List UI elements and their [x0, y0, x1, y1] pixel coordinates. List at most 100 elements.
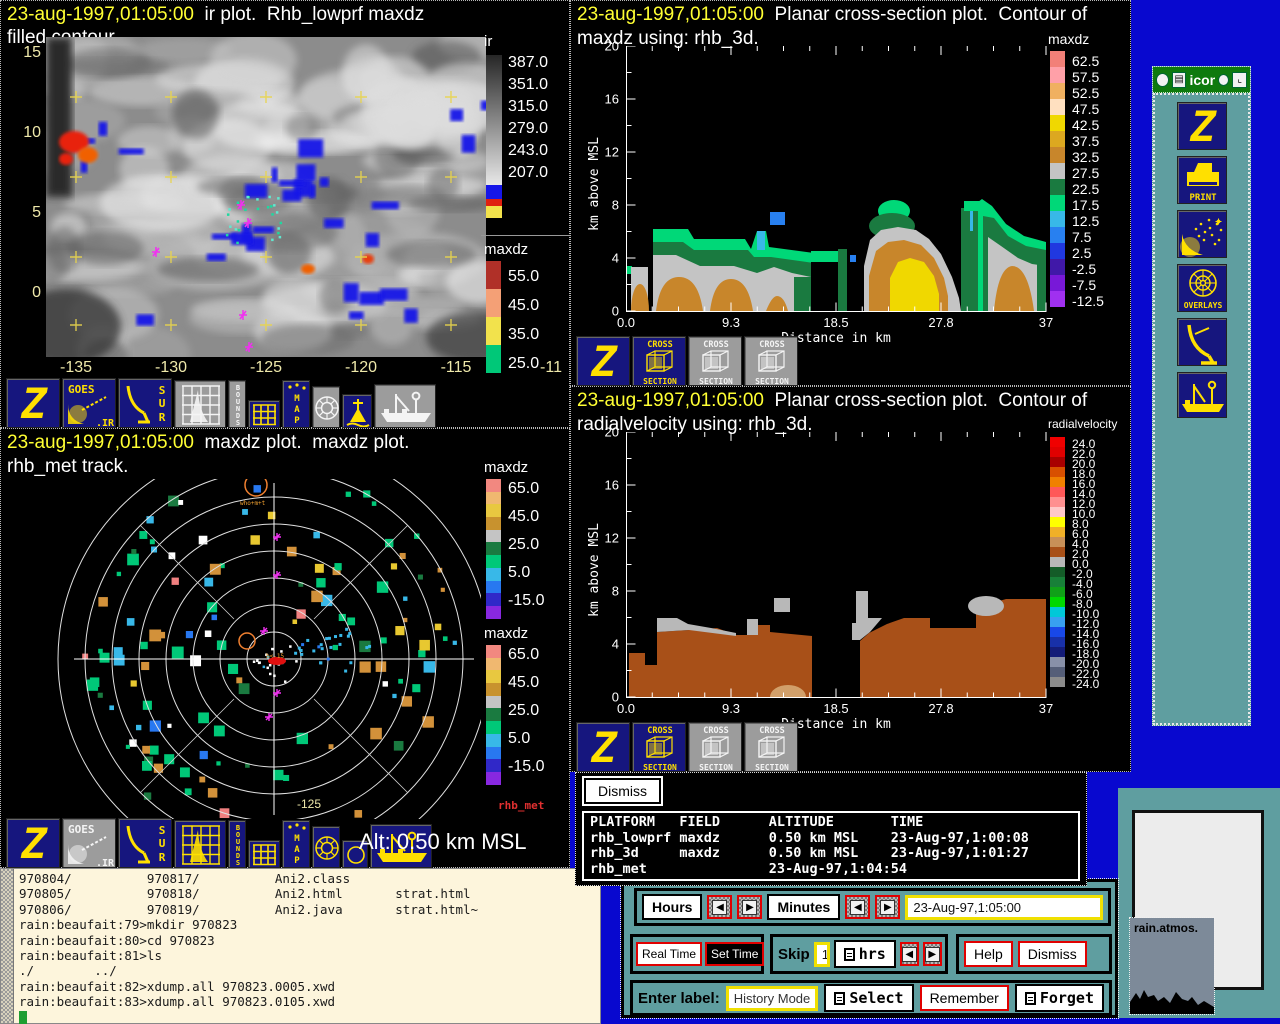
colorbar-cell: [1050, 99, 1065, 115]
skip-units-button[interactable]: hrs: [833, 940, 896, 968]
skip-input[interactable]: 1: [813, 941, 830, 967]
grid-icon[interactable]: [174, 380, 226, 428]
colorbar-tick: 42.5: [1072, 117, 1100, 133]
colorbar-cells: [486, 645, 501, 785]
arrow-left-icon: ◀: [712, 899, 728, 915]
cross-section-icon[interactable]: CROSS SECTION: [744, 722, 798, 772]
terminal-line: 970804/ 970817/ Ani2.class: [19, 871, 351, 886]
terminal-text: 970804/ 970817/ Ani2.class 970805/ 970818…: [19, 871, 478, 1024]
colorbar-cell: [1050, 195, 1065, 211]
real-time-button[interactable]: Real Time: [636, 942, 703, 966]
y-axis-tick: 4: [611, 636, 619, 652]
menu-icon[interactable]: ▤: [1171, 71, 1187, 88]
colorbar-tick: 315.0: [508, 98, 549, 115]
hours-forward-button[interactable]: ▶: [737, 895, 763, 919]
colorbar-cell: [486, 746, 501, 760]
zebra-icon[interactable]: Z: [576, 722, 630, 772]
minutes-back-button[interactable]: ◀: [845, 895, 871, 919]
icon-panel-titlebar[interactable]: ▤ icon ⌞: [1153, 67, 1250, 93]
ir-satellite-image[interactable]: [46, 37, 486, 357]
print-icon[interactable]: PRINT: [1176, 156, 1227, 204]
zebra-icon[interactable]: Z: [6, 378, 60, 428]
cross-section-icon[interactable]: CROSS SECTION: [688, 336, 742, 386]
colorbar-tick: -15.0: [508, 758, 545, 775]
terminal-scrollbar[interactable]: [1, 869, 14, 1023]
zebra-icon[interactable]: Z: [6, 818, 60, 868]
cross-section-plot-maxdz[interactable]: [626, 46, 1047, 312]
bounds-icon[interactable]: BOUNDS: [228, 820, 246, 868]
dish-icon[interactable]: [1176, 318, 1227, 366]
skip-label: Skip: [778, 945, 810, 963]
map-icon[interactable]: MAP: [282, 820, 310, 868]
skip-forward-button[interactable]: ▶: [922, 942, 942, 966]
help-button[interactable]: Help: [964, 941, 1013, 967]
popup-dismiss-button[interactable]: Dismiss: [584, 778, 661, 804]
time-input[interactable]: 23-Aug-97,1:05:00: [905, 894, 1103, 920]
label-input[interactable]: History Mode: [725, 985, 819, 1011]
cross-section-plot-radialvelocity[interactable]: [626, 432, 1047, 698]
rain-atmos-icon-window[interactable]: rain.atmos.: [1129, 917, 1215, 1015]
svg-text:S: S: [159, 384, 166, 397]
cross-section-icon[interactable]: CROSS SECTION: [744, 336, 798, 386]
colorbar-cell: [1050, 467, 1065, 477]
zebra-icon[interactable]: Z: [576, 336, 630, 386]
svg-text:P: P: [294, 416, 300, 426]
buoy-icon[interactable]: [342, 394, 372, 428]
select-button[interactable]: Select: [824, 984, 914, 1012]
grid-icon[interactable]: [174, 820, 226, 868]
cross-section-icon[interactable]: CROSS SECTION: [688, 722, 742, 772]
cross-section-icon[interactable]: CROSS SECTION: [632, 722, 686, 772]
dismiss-button[interactable]: Dismiss: [1017, 941, 1087, 967]
satellite-icon[interactable]: [1176, 210, 1227, 258]
range-ring-label: -125: [297, 797, 322, 811]
colorbar-cell: [486, 567, 501, 581]
terminal-window[interactable]: 970804/ 970817/ Ani2.class 970805/ 970818…: [0, 868, 601, 1024]
radar-display[interactable]: b<-15 who+m+t: [6, 479, 481, 819]
colorbar-cell: [486, 771, 501, 785]
window-title: icon: [1189, 71, 1216, 88]
radar-maxdz-colorbar-1: maxdz 65.0 45.0 25.0 5.0 -15.0: [484, 459, 544, 619]
timestamp: 23-aug-1997,01:05:00: [7, 432, 194, 453]
goes-icon[interactable]: GOES .IR: [62, 818, 116, 868]
rings-icon[interactable]: [312, 386, 340, 428]
xs2-toolbar: Z CROSS SECTION CROSS SECTION CROSS SECTION: [576, 721, 798, 772]
colorbar-cell: [1050, 607, 1065, 617]
grid-small-icon[interactable]: [248, 840, 280, 868]
desktop: { "colors": { "desktop": "#0808cf", "win…: [0, 0, 1280, 1024]
forget-button[interactable]: Forget: [1014, 984, 1104, 1012]
map-icon[interactable]: MAP: [282, 380, 310, 428]
ship-big-icon[interactable]: [1176, 372, 1227, 418]
colorbar-cell: [486, 261, 501, 289]
ship-icon[interactable]: [374, 384, 436, 428]
minutes-button[interactable]: Minutes: [767, 894, 841, 920]
iconify-button[interactable]: ⌞: [1232, 71, 1248, 88]
cross-section-icon[interactable]: CROSS SECTION: [632, 336, 686, 386]
colorbar-cell: [1050, 51, 1065, 67]
set-time-button[interactable]: Set Time: [705, 942, 765, 966]
svg-text:SECTION: SECTION: [699, 763, 733, 772]
minutes-forward-button[interactable]: ▶: [875, 895, 901, 919]
svg-text:who+m+t: who+m+t: [240, 500, 266, 507]
skip-back-button[interactable]: ◀: [899, 942, 919, 966]
overlays-icon[interactable]: OVERLAYS: [1176, 264, 1227, 312]
colorbar-cell: [1050, 227, 1065, 243]
zebra-big-icon[interactable]: Z: [1176, 102, 1227, 150]
window-menu-button[interactable]: [1156, 72, 1169, 87]
goes-icon[interactable]: GOES .IR: [62, 378, 116, 428]
colorbar-tick: 25.0: [508, 702, 540, 719]
colorbar-cell: [1050, 627, 1065, 637]
colorbar-cells: [486, 261, 501, 373]
colorbar-cell: [486, 580, 501, 594]
remember-button[interactable]: Remember: [919, 985, 1009, 1011]
bounds-icon[interactable]: BOUNDS: [228, 380, 246, 428]
sur-icon[interactable]: SUR: [118, 378, 172, 428]
sur-icon[interactable]: SUR: [118, 818, 172, 868]
colorbar-tick: 55.0: [508, 268, 540, 285]
grid-small-icon[interactable]: [248, 400, 280, 428]
window-button[interactable]: [1218, 73, 1230, 86]
hours-back-button[interactable]: ◀: [707, 895, 733, 919]
rings-icon[interactable]: [312, 826, 340, 868]
platform-table-row: rhb_met 23-Aug-97,1:04:54: [590, 860, 907, 877]
svg-text:Z: Z: [590, 724, 618, 772]
hours-button[interactable]: Hours: [642, 894, 703, 920]
